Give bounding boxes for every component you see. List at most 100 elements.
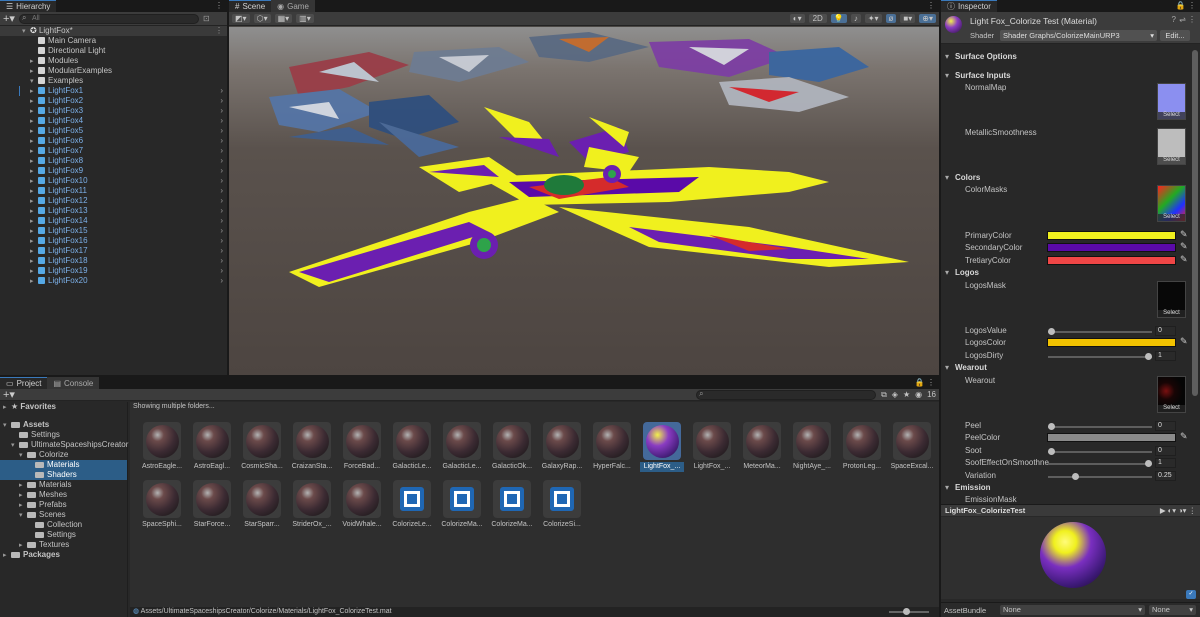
hierarchy-item-lightfox[interactable]: ▸ LightFox7 › xyxy=(0,146,227,156)
chevron-right-icon[interactable]: › xyxy=(220,166,223,176)
tree-meshes[interactable]: ▸ Meshes xyxy=(0,490,127,500)
peel-field[interactable]: 0 xyxy=(1155,421,1176,431)
hierarchy-item-lightfox[interactable]: ▸ LightFox15 › xyxy=(0,226,227,236)
chevron-right-icon[interactable]: › xyxy=(220,256,223,266)
material-asset[interactable]: ProtonLeg... xyxy=(840,422,884,472)
chevron-right-icon[interactable]: › xyxy=(220,176,223,186)
chevron-right-icon[interactable]: › xyxy=(220,276,223,286)
section-surface-options[interactable]: Surface Options xyxy=(941,51,1200,63)
eyedropper-icon[interactable]: ✎ xyxy=(1180,336,1188,347)
grid-icon[interactable]: ▥▾ xyxy=(296,14,314,23)
peel-color-swatch[interactable] xyxy=(1047,433,1176,442)
inspector-scrollbar[interactable] xyxy=(1192,50,1198,396)
more-icon[interactable]: ⋮ xyxy=(215,1,223,10)
hierarchy-item-lightfox[interactable]: ▸ LightFox9 › xyxy=(0,166,227,176)
wearout-texture[interactable]: Select xyxy=(1157,376,1186,413)
slider-knob[interactable] xyxy=(1145,460,1152,467)
cube-icon[interactable]: ⬡▾ xyxy=(253,14,271,23)
tretiary-color-swatch[interactable] xyxy=(1047,256,1176,265)
logosvalue-field[interactable]: 0 xyxy=(1155,326,1176,336)
logosdirty-slider[interactable] xyxy=(1048,353,1152,360)
material-preview[interactable] xyxy=(941,517,1200,599)
chevron-right-icon[interactable]: › xyxy=(220,86,223,96)
list-item[interactable]: Main Camera xyxy=(0,36,227,46)
material-asset[interactable]: HyperFalc... xyxy=(590,422,634,472)
2d-toggle[interactable]: 2D xyxy=(808,14,827,23)
material-asset[interactable]: LightFox_... xyxy=(690,422,734,472)
hierarchy-item-lightfox[interactable]: ▸ LightFox16 › xyxy=(0,236,227,246)
eyedropper-icon[interactable]: ✎ xyxy=(1180,431,1188,442)
material-asset[interactable]: SpaceSphi... xyxy=(140,480,184,530)
tab-game[interactable]: ◉ Game xyxy=(271,0,315,12)
lock-icon[interactable]: 🔒 ⋮ xyxy=(1176,1,1196,10)
list-item[interactable]: ▸ ModularExamples xyxy=(0,66,227,76)
lighting-icon[interactable]: 💡 xyxy=(830,14,847,23)
soot-field[interactable]: 0 xyxy=(1155,446,1176,456)
hierarchy-item-lightfox[interactable]: ▸ LightFox17 › xyxy=(0,246,227,256)
tab-hierarchy[interactable]: ☰ Hierarchy xyxy=(0,0,57,12)
chevron-right-icon[interactable]: › xyxy=(220,96,223,106)
shader-asset[interactable]: ColorizeLe... xyxy=(390,480,434,530)
metallic-texture[interactable]: Select xyxy=(1157,128,1186,165)
chevron-right-icon[interactable]: › xyxy=(220,196,223,206)
section-surface-inputs[interactable]: Surface Inputs xyxy=(941,70,1200,82)
logosdirty-field[interactable]: 1 xyxy=(1155,351,1176,361)
hierarchy-item-lightfox[interactable]: ▸ LightFox5 › xyxy=(0,126,227,136)
assetbundle-variant-dropdown[interactable]: None ▾ xyxy=(1149,605,1196,615)
tree-settings[interactable]: Settings xyxy=(0,430,127,440)
chevron-right-icon[interactable]: › xyxy=(220,136,223,146)
material-asset[interactable]: GalacticOk... xyxy=(490,422,534,472)
list-item[interactable]: ▾ Examples xyxy=(0,76,227,86)
chevron-right-icon[interactable]: › xyxy=(220,266,223,276)
logosvalue-slider[interactable] xyxy=(1048,328,1152,335)
tree-prefabs[interactable]: ▸ Prefabs xyxy=(0,500,127,510)
hierarchy-item-lightfox[interactable]: ▸ LightFox10 › xyxy=(0,176,227,186)
slider-knob[interactable] xyxy=(1048,448,1055,455)
logosmask-texture[interactable]: Select xyxy=(1157,281,1186,318)
section-emission[interactable]: Emission xyxy=(941,482,1200,494)
chevron-right-icon[interactable]: › xyxy=(220,246,223,256)
material-asset[interactable]: GalacticLe... xyxy=(440,422,484,472)
eyedropper-icon[interactable]: ✎ xyxy=(1180,254,1188,265)
edit-button[interactable]: Edit... xyxy=(1160,30,1190,41)
tree-colorize-materials[interactable]: Materials xyxy=(0,460,127,470)
visibility-icon[interactable]: ø xyxy=(885,14,897,23)
material-asset[interactable]: SpaceExcal... xyxy=(890,422,934,472)
shader-dropdown[interactable]: Shader Graphs/ColorizeMainURP3 ▾ xyxy=(1000,30,1157,41)
hierarchy-item-lightfox[interactable]: ▸ LightFox12 › xyxy=(0,196,227,206)
grid-snap-icon[interactable]: ▦▾ xyxy=(274,14,293,23)
hierarchy-item-lightfox[interactable]: ▸ LightFox8 › xyxy=(0,156,227,166)
favorites-row[interactable]: ▸ ★ Favorites xyxy=(0,402,127,412)
hierarchy-item-lightfox[interactable]: ▸ LightFox6 › xyxy=(0,136,227,146)
lock-icon[interactable]: 🔒 ⋮ xyxy=(915,378,935,387)
material-asset[interactable]: CraizanSta... xyxy=(290,422,334,472)
shading-icon[interactable]: ◐▾ xyxy=(789,14,805,23)
colormasks-texture[interactable]: Select xyxy=(1157,185,1186,222)
hierarchy-item-lightfox[interactable]: ▸ LightFox4 › xyxy=(0,116,227,126)
chevron-right-icon[interactable]: › xyxy=(220,206,223,216)
camera-icon[interactable]: ■▾ xyxy=(900,14,916,23)
tab-console[interactable]: ▤ Console xyxy=(47,377,100,389)
chevron-right-icon[interactable]: › xyxy=(220,146,223,156)
label-icon[interactable]: ◈ xyxy=(892,390,898,399)
eye-icon[interactable]: ◉ xyxy=(915,390,922,399)
assetbundle-dropdown[interactable]: None ▾ xyxy=(1000,605,1145,615)
material-asset[interactable]: GalaxyRap... xyxy=(540,422,584,472)
tree-colorize[interactable]: ▾ Colorize xyxy=(0,450,127,460)
hierarchy-item-lightfox[interactable]: ▸ LightFox2 › xyxy=(0,96,227,106)
material-asset[interactable]: StarSparr... xyxy=(240,480,284,530)
scene-viewport[interactable] xyxy=(229,27,939,375)
eyedropper-icon[interactable]: ✎ xyxy=(1180,229,1188,240)
shader-asset[interactable]: ColorizeSi... xyxy=(540,480,584,530)
primary-color-swatch[interactable] xyxy=(1047,231,1176,240)
hierarchy-item-lightfox[interactable]: ▸ LightFox1 › xyxy=(0,86,227,96)
material-asset[interactable]: ForceBad... xyxy=(340,422,384,472)
draw-mode-icon[interactable]: ◩▾ xyxy=(232,14,250,23)
list-item[interactable]: Directional Light xyxy=(0,46,227,56)
list-item[interactable]: ▸ Modules xyxy=(0,56,227,66)
eyedropper-icon[interactable]: ✎ xyxy=(1180,241,1188,252)
sooteffect-field[interactable]: 1 xyxy=(1155,458,1176,468)
hierarchy-item-lightfox[interactable]: ▸ LightFox11 › xyxy=(0,186,227,196)
chevron-right-icon[interactable]: › xyxy=(220,116,223,126)
material-asset[interactable]: GalacticLe... xyxy=(390,422,434,472)
